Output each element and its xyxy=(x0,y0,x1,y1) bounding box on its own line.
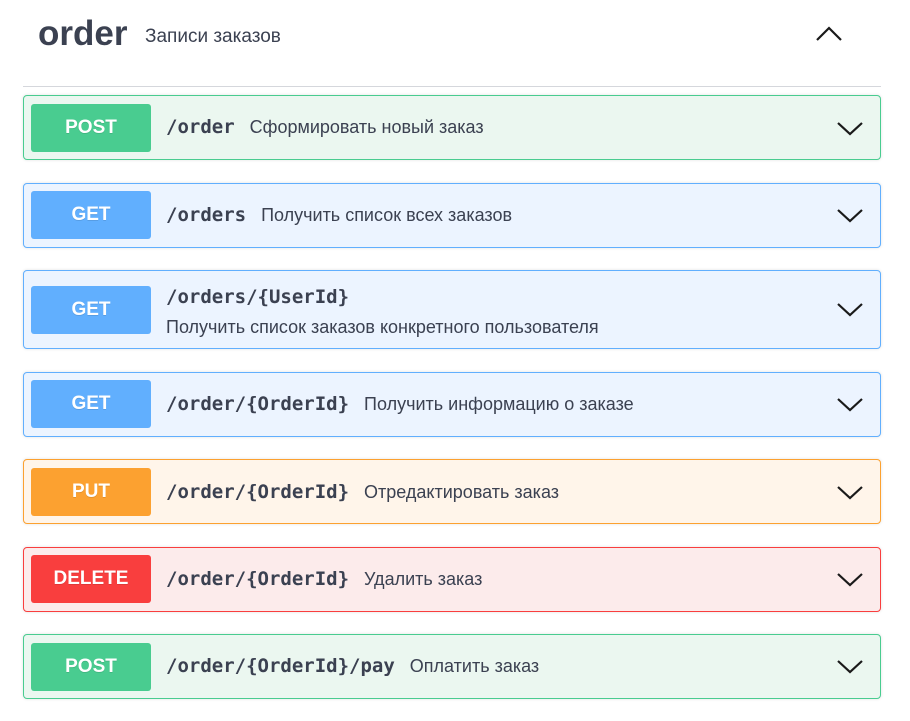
operation-summary: Получить список заказов конкретного поль… xyxy=(166,317,599,337)
operation-get-order[interactable]: GET /order/{OrderId} Получить информацию… xyxy=(23,372,881,437)
tag-header-order[interactable]: order Записи заказов xyxy=(23,0,881,87)
operation-summary: Получить список всех заказов xyxy=(261,205,513,225)
chevron-down-icon[interactable] xyxy=(836,395,864,413)
chevron-down-icon[interactable] xyxy=(836,300,864,318)
chevron-down-icon[interactable] xyxy=(836,119,864,137)
operation-post-order-pay[interactable]: POST /order/{OrderId}/pay Оплатить заказ xyxy=(23,634,881,699)
method-badge: DELETE xyxy=(31,555,151,603)
tag-name: order xyxy=(38,14,128,53)
method-badge: GET xyxy=(31,380,151,428)
chevron-down-icon[interactable] xyxy=(836,570,864,588)
operation-path: /order/{OrderId} xyxy=(166,393,350,415)
chevron-down-icon[interactable] xyxy=(836,483,864,501)
chevron-down-icon[interactable] xyxy=(836,206,864,224)
operation-path: /orders/{UserId} xyxy=(166,286,350,308)
operation-path: /orders xyxy=(166,204,247,226)
operation-delete-order[interactable]: DELETE /order/{OrderId} Удалить заказ xyxy=(23,547,881,612)
operation-summary: Сформировать новый заказ xyxy=(249,117,484,137)
operation-post-order[interactable]: POST /order Сформировать новый заказ xyxy=(23,95,881,160)
tag-description: Записи заказов xyxy=(145,26,281,47)
method-badge: POST xyxy=(31,643,151,691)
operation-path: /order/{OrderId}/pay xyxy=(166,655,395,677)
operation-summary: Отредактировать заказ xyxy=(364,482,560,502)
chevron-down-icon[interactable] xyxy=(836,657,864,675)
operation-get-orders[interactable]: GET /orders Получить список всех заказов xyxy=(23,183,881,248)
operation-path: /order xyxy=(166,116,235,138)
operation-path: /order/{OrderId} xyxy=(166,481,350,503)
operation-put-order[interactable]: PUT /order/{OrderId} Отредактировать зак… xyxy=(23,459,881,524)
operation-summary: Оплатить заказ xyxy=(409,656,540,676)
method-badge: GET xyxy=(31,191,151,239)
operation-get-orders-by-user[interactable]: GET /orders/{UserId} Получить список зак… xyxy=(23,270,881,349)
method-badge: PUT xyxy=(31,468,151,516)
operation-summary: Удалить заказ xyxy=(364,569,483,589)
method-badge: POST xyxy=(31,104,151,152)
operation-path: /order/{OrderId} xyxy=(166,568,350,590)
operation-summary: Получить информацию о заказе xyxy=(364,394,634,414)
method-badge: GET xyxy=(31,286,151,334)
chevron-up-icon[interactable] xyxy=(812,22,846,46)
